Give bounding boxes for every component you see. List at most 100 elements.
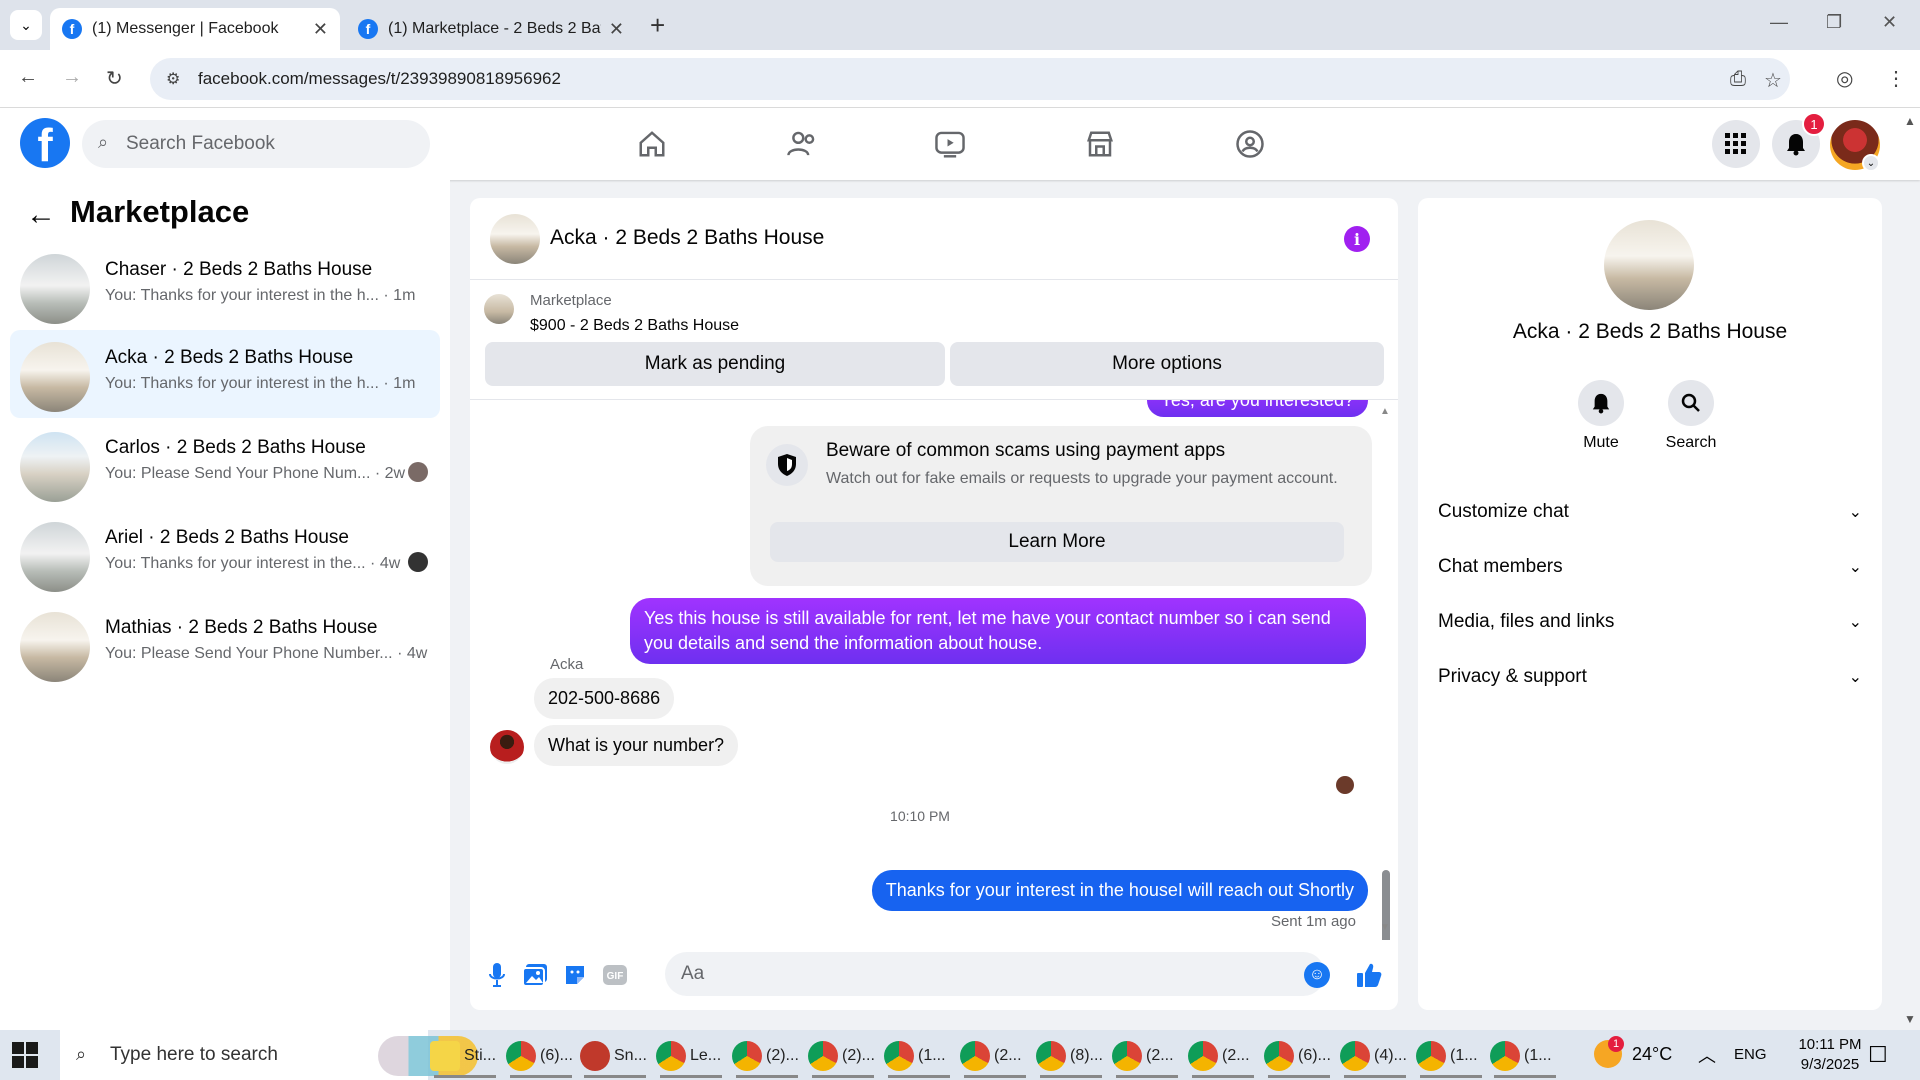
taskbar-app-label: (1... [1524,1047,1552,1064]
forward-arrow-icon[interactable]: → [62,66,82,89]
sticker-icon[interactable] [560,960,590,990]
close-tab-icon[interactable]: ✕ [313,19,328,40]
listing-thumbnail[interactable] [484,294,514,324]
home-icon[interactable] [632,126,672,162]
groups-icon[interactable] [1230,126,1270,162]
chat-members-section[interactable]: Chat members ⌄ [1438,545,1862,589]
taskbar-app-button[interactable]: (2... [960,1034,1030,1078]
address-bar[interactable]: ⚙ facebook.com/messages/t/23939890818956… [150,58,1790,100]
taskbar-app-button[interactable]: (2... [1112,1034,1182,1078]
conversation-item-acka[interactable]: Acka · 2 Beds 2 Baths House You: Thanks … [10,330,440,418]
chrome-icon [884,1041,914,1071]
conversation-avatar-large[interactable] [1604,220,1694,310]
search-icon [1668,380,1714,426]
taskbar-app-button[interactable]: (6)... [506,1034,576,1078]
search-placeholder: Search Facebook [126,133,275,154]
taskbar-app-button[interactable]: Sn... [580,1034,650,1078]
watch-icon[interactable] [930,126,970,162]
restore-icon[interactable]: ❐ [1826,12,1842,33]
back-arrow-icon[interactable]: ← [18,66,38,89]
marketplace-icon[interactable] [1080,126,1120,162]
new-tab-icon[interactable]: + [650,10,665,41]
microphone-icon[interactable] [482,960,512,990]
learn-more-button[interactable]: Learn More [770,522,1344,562]
search-in-conversation-button[interactable]: Search [1651,380,1731,452]
taskbar-app-button[interactable]: (1... [1416,1034,1486,1078]
chrome-icon [506,1041,536,1071]
menu-grid-icon[interactable] [1712,120,1760,168]
close-tab-icon[interactable]: ✕ [609,19,624,40]
photo-icon[interactable] [520,960,550,990]
browser-tab-marketplace[interactable]: f (1) Marketplace - 2 Beds 2 Baths House… [346,8,636,50]
gif-icon[interactable]: GIF [600,960,630,990]
taskbar-app-button[interactable]: (1... [1490,1034,1560,1078]
facebook-logo[interactable]: f [20,118,70,168]
temperature[interactable]: 24°C [1632,1044,1672,1065]
taskbar-app-button[interactable]: (1... [884,1034,954,1078]
mute-button[interactable]: Mute [1561,380,1641,452]
more-options-button[interactable]: More options [950,342,1384,386]
mark-as-pending-button[interactable]: Mark as pending [485,342,945,386]
taskbar-app-button[interactable]: (2)... [732,1034,802,1078]
chevron-down-icon: ⌄ [1848,669,1862,686]
install-app-icon[interactable]: ⎙ [1730,68,1746,91]
conversation-name: Mathias · 2 Beds 2 Baths House [105,617,378,638]
media-files-links-section[interactable]: Media, files and links ⌄ [1438,600,1862,644]
conversation-name: Ariel · 2 Beds 2 Baths House [105,527,349,548]
sender-avatar[interactable] [490,730,524,764]
message-thread[interactable]: Yes, are you interested? Beware of commo… [470,400,1398,940]
taskbar-app-button[interactable]: Le... [656,1034,726,1078]
listing-price-title[interactable]: $900 - 2 Beds 2 Baths House [530,317,739,335]
customize-chat-section[interactable]: Customize chat ⌄ [1438,490,1862,534]
seen-avatar [408,462,428,482]
action-center-icon[interactable]: ☐ [1868,1042,1888,1068]
message-timestamp: 10:10 PM [890,808,950,824]
taskbar-app-label: (2)... [842,1047,875,1064]
chat-window: Acka · 2 Beds 2 Baths House i Marketplac… [470,198,1398,1010]
reload-icon[interactable]: ↻ [106,66,123,91]
tab-search-dropdown[interactable]: ⌄ [10,10,42,40]
taskbar-app-button[interactable]: (4)... [1340,1034,1410,1078]
message-input[interactable] [665,952,1325,996]
minimize-icon[interactable]: — [1770,12,1788,33]
privacy-support-section[interactable]: Privacy & support ⌄ [1438,655,1862,699]
chat-avatar[interactable] [490,214,540,264]
chevron-down-icon[interactable]: ⌄ [1862,154,1880,172]
taskbar-app-button[interactable]: (6)... [1264,1034,1334,1078]
chat-title[interactable]: Acka · 2 Beds 2 Baths House [550,226,824,250]
taskbar-app-button[interactable]: Sti... [430,1034,500,1078]
taskbar-app-button[interactable]: (8)... [1036,1034,1106,1078]
conversation-item-carlos[interactable]: Carlos · 2 Beds 2 Baths House You: Pleas… [10,420,440,508]
conversation-avatar [20,254,90,324]
conversation-item-ariel[interactable]: Ariel · 2 Beds 2 Baths House You: Thanks… [10,510,440,598]
conversation-item-chaser[interactable]: Chaser · 2 Beds 2 Baths House You: Thank… [10,242,440,330]
conversation-item-mathias[interactable]: Mathias · 2 Beds 2 Baths House You: Plea… [10,600,440,688]
close-window-icon[interactable]: ✕ [1882,12,1897,33]
message-outgoing: Yes this house is still available for re… [630,598,1366,664]
page-scroll-down-icon[interactable]: ▼ [1904,1012,1916,1026]
emoji-icon[interactable]: ☺ [1304,962,1330,988]
taskbar-search-box[interactable]: ⌕ Type here to search [60,1030,478,1080]
browser-tab-messenger[interactable]: f (1) Messenger | Facebook ✕ [50,8,340,50]
windows-start-icon[interactable] [12,1042,38,1068]
profile-icon[interactable]: ◎ [1836,66,1853,91]
listing-banner: Marketplace $900 - 2 Beds 2 Baths House … [470,280,1398,400]
tab-title: (1) Marketplace - 2 Beds 2 Baths House [388,20,601,37]
conversation-info-icon[interactable]: i [1344,226,1370,252]
scroll-up-arrow-icon[interactable]: ▲ [1380,406,1390,417]
page-scroll-up-icon[interactable]: ▲ [1904,114,1916,128]
thumbs-up-icon[interactable] [1354,960,1384,990]
input-language[interactable]: ENG [1734,1046,1767,1063]
facebook-search-input[interactable]: ⌕ Search Facebook [82,120,430,168]
browser-menu-icon[interactable]: ⋮ [1886,66,1906,91]
taskbar-app-button[interactable]: (2... [1188,1034,1258,1078]
site-info-icon[interactable]: ⚙ [166,69,180,89]
friends-icon[interactable] [782,126,822,162]
scroll-down-arrow-icon[interactable]: ▼ [1380,922,1390,933]
taskbar-app-button[interactable]: (2)... [808,1034,878,1078]
back-arrow-icon[interactable]: ← [26,198,56,232]
sticky-notes-icon [430,1041,460,1071]
tray-chevron-up-icon[interactable]: ︿ [1698,1042,1716,1068]
bookmark-star-icon[interactable]: ☆ [1764,68,1782,93]
warning-title: Beware of common scams using payment app… [826,440,1226,461]
